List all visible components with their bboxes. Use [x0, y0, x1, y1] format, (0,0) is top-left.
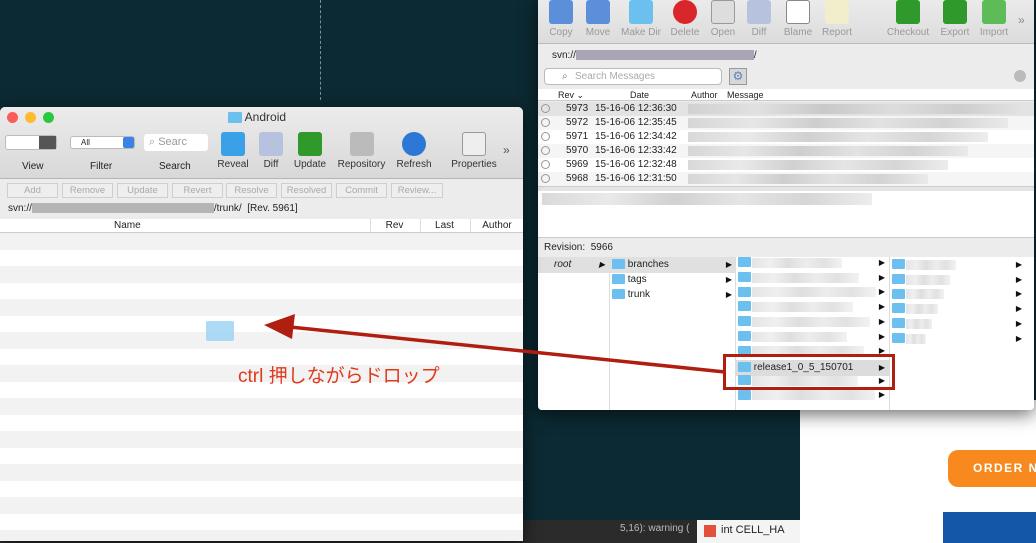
- annotation-text: ctrl 押しながらドロップ: [238, 366, 440, 387]
- annotation-arrow: [264, 314, 726, 374]
- arrow-head: [264, 314, 295, 339]
